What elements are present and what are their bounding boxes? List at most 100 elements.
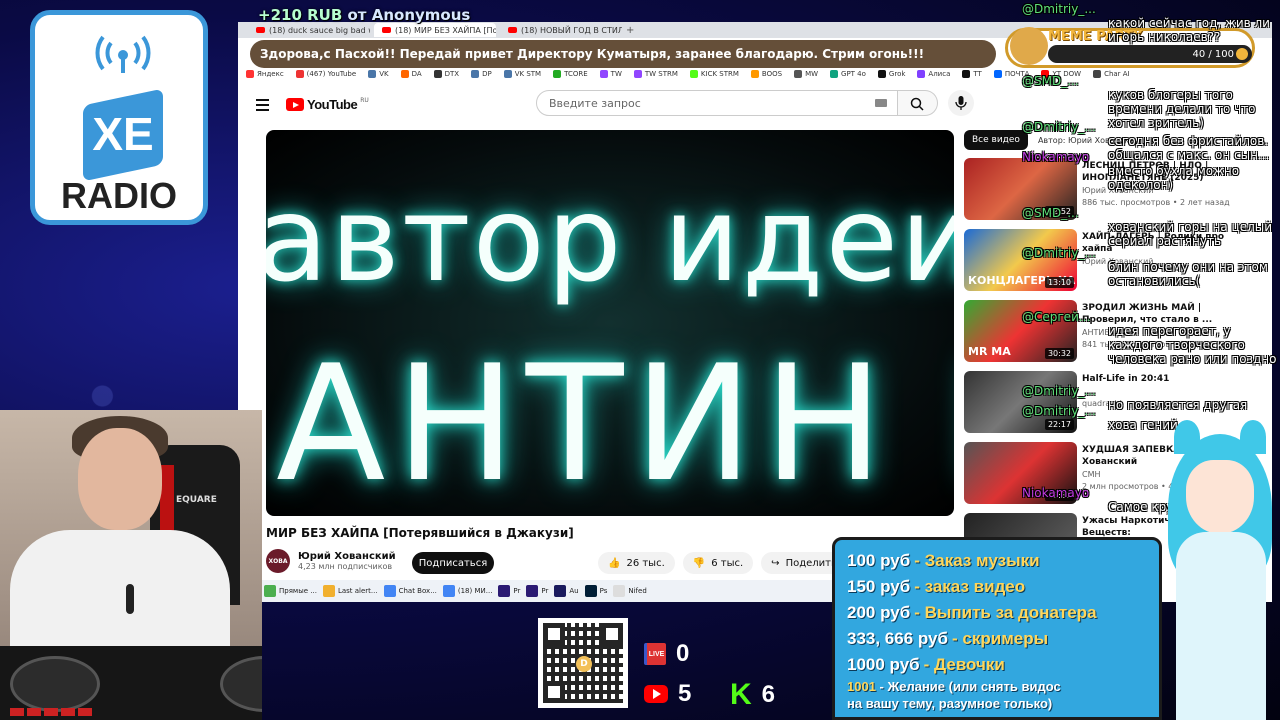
taskbar-app[interactable]: (18) МИ... <box>442 585 493 597</box>
taskbar-app[interactable]: Прямые ... <box>264 585 317 597</box>
channel-avatar[interactable]: ХОВА <box>266 549 290 573</box>
tab-noviy-god[interactable]: (18) НОВЫЙ ГОД В СТИЛЕ ОЗ✕ <box>500 23 622 37</box>
video-player[interactable]: автор идеи АНТИН К <box>266 130 954 516</box>
like-button[interactable]: 👍 26 тыс. <box>598 552 675 574</box>
app-icon <box>554 585 567 597</box>
bookmark-favicon-icon <box>400 70 409 78</box>
streamer-face <box>78 428 162 530</box>
jog-wheel-right <box>220 656 262 712</box>
taskbar-app[interactable]: Au <box>554 585 579 597</box>
menu-icon[interactable] <box>256 99 269 111</box>
donation-from-label: от <box>347 6 367 24</box>
channel-name[interactable]: Юрий Хованский <box>298 551 396 562</box>
bookmark-favicon-icon <box>877 70 886 78</box>
donation-amount: +210 RUB <box>258 6 343 24</box>
taskbar-app[interactable]: Ps <box>584 585 608 597</box>
bookmark-item[interactable]: DA <box>400 70 422 78</box>
bookmark-item[interactable]: KICK STRM <box>689 70 739 78</box>
bookmark-item[interactable]: DP <box>471 70 492 78</box>
video-actions: 👍 26 тыс. 👎 6 тыс. ↪ Поделиться <box>598 552 859 574</box>
chat-username: @Dmitriy_... <box>1022 404 1096 418</box>
app-icon <box>526 585 539 597</box>
taskbar-app-label: Ps <box>599 587 608 595</box>
bookmark-favicon-icon <box>633 70 642 78</box>
chat-username: @Сергей... <box>1022 310 1091 324</box>
search-button[interactable] <box>898 90 938 116</box>
taskbar-app-label: (18) МИ... <box>457 587 493 595</box>
taskbar-app[interactable]: Pr <box>498 585 520 597</box>
taskbar-app-label: Chat Box... <box>398 587 437 595</box>
bookmark-favicon-icon <box>750 70 759 78</box>
tab-mir-bez-hayapa[interactable]: (18) МИР БЕЗ ХАЙПА [Потеря✕ <box>374 23 496 37</box>
bookmark-item[interactable]: Алиса <box>917 70 950 78</box>
bookmark-item[interactable]: TT <box>962 70 982 78</box>
microphone <box>126 584 134 614</box>
video-title: МИР БЕЗ ХАЙПА [Потерявшийся в Джакузи] <box>266 526 574 540</box>
search-input[interactable]: Введите запрос <box>536 90 898 116</box>
avatar-body <box>1176 532 1266 720</box>
microphone-icon <box>955 96 967 110</box>
taskbar-app-label: Au <box>569 587 579 595</box>
bookmark-item[interactable]: TW <box>599 70 622 78</box>
subscribe-button[interactable]: Подписаться <box>412 552 494 574</box>
kick-icon: K <box>730 678 752 711</box>
bookmark-item[interactable]: TW STRM <box>633 70 678 78</box>
app-icon <box>613 585 626 597</box>
taskbar-app[interactable]: Pr <box>526 585 548 597</box>
taskbar-app[interactable]: Last alert... <box>322 585 378 597</box>
price-row: 200 руб - Выпить за донатера <box>847 600 1147 626</box>
new-tab-button[interactable]: + <box>626 25 634 36</box>
bookmark-label: Grok <box>888 70 906 78</box>
bookmark-item[interactable]: GPT 4o <box>830 70 866 78</box>
keyboard-icon[interactable] <box>875 99 887 107</box>
youtube-play-icon <box>286 98 304 111</box>
price-description: - Выпить за донатера <box>914 603 1097 622</box>
bookmark-item[interactable]: VK STM <box>503 70 541 78</box>
voice-search-button[interactable] <box>948 90 974 116</box>
bookmark-item[interactable]: VK <box>368 70 389 78</box>
youtube-viewer-counter: 5 <box>644 680 691 708</box>
taskbar-app-label: Pr <box>541 587 549 595</box>
share-icon: ↪ <box>771 557 780 569</box>
taskbar-app-label: Прямые ... <box>279 587 317 595</box>
bookmark-item[interactable]: TCORE <box>553 70 588 78</box>
bookmark-item[interactable]: MW <box>794 70 818 78</box>
bookmark-item[interactable]: (467) YouTube <box>295 70 356 78</box>
kick-count: 6 <box>761 681 776 708</box>
bookmark-item[interactable]: DTX <box>433 70 460 78</box>
bookmark-item[interactable]: Grok <box>877 70 906 78</box>
taskbar-app[interactable]: Chat Box... <box>383 585 437 597</box>
taskbar-app[interactable]: Nifed <box>613 585 647 597</box>
chat-username: Niokamayo <box>1022 150 1090 164</box>
live-icon: LIVE <box>644 643 666 665</box>
bookmark-favicon-icon <box>368 70 377 78</box>
bookmark-label: Яндекс <box>257 70 284 78</box>
bookmark-item[interactable]: BOOS <box>750 70 782 78</box>
app-icon <box>383 585 396 597</box>
donation-message-ticker: Здорова,с Пасхой!! Передай привет Директ… <box>250 40 996 68</box>
subscriber-count: 4,23 млн подписчиков <box>298 562 393 571</box>
youtube-logo[interactable]: YouTube RU <box>286 97 369 112</box>
chat-message-text: блин почему они на этом остановились( <box>1108 260 1268 288</box>
chat-message-text: сегодня без фристайлов. общался с макс. … <box>1108 134 1270 162</box>
chat-username: @Dmitriy_... <box>1022 246 1096 260</box>
price-row: 333, 666 руб - скримеры <box>847 626 1147 652</box>
live-viewer-counter: LIVE 0 <box>644 640 689 668</box>
donation-alert: +210 RUB от Anonymous <box>258 6 470 24</box>
bookmark-label: DTX <box>444 70 460 78</box>
search-icon <box>910 97 924 111</box>
dislike-button[interactable]: 👎 6 тыс. <box>682 552 754 574</box>
tab-duck-sauce[interactable]: (18) duck sauce big bad wolf✕ <box>248 23 370 37</box>
thumbnail-caption: MR MA <box>968 345 1011 358</box>
youtube-favicon-icon <box>382 27 391 33</box>
bookmark-label: Алиса <box>928 70 951 78</box>
price-description: - Девочки <box>923 655 1005 674</box>
price-amount: 200 руб <box>847 603 911 622</box>
live-count: 0 <box>676 640 690 667</box>
bookmark-item[interactable]: Яндекс <box>246 70 284 78</box>
bookmark-favicon-icon <box>917 70 926 78</box>
region-label: RU <box>360 97 369 104</box>
bookmark-label: DP <box>482 70 492 78</box>
youtube-favicon-icon <box>256 27 265 33</box>
bookmark-label: GPT 4o <box>841 70 866 78</box>
